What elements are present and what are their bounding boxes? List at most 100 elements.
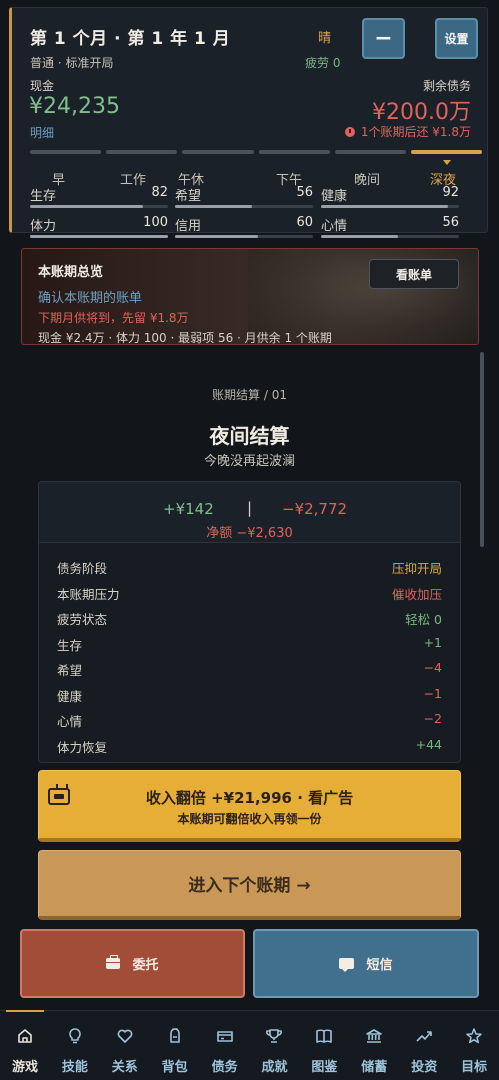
settlement-card: +¥142 | −¥2,772 净额 −¥2,630 债务阶段 压抑开局 本账期… — [38, 481, 461, 763]
stat-bar — [321, 235, 459, 238]
weather-label: 晴 — [318, 31, 332, 46]
overview-summary: 现金 ¥2.4万 · 体力 100 · 最弱项 56 · 月供余 1 个账期 — [38, 331, 332, 345]
stat-value: 100 — [143, 215, 168, 230]
debt-label: 剩余债务 — [422, 79, 471, 93]
stat-stamina: 体力 100 — [30, 215, 168, 239]
detail-label: 疲劳状态 — [57, 612, 108, 627]
settlement-subtitle: 今晚没再起波澜 — [203, 454, 295, 469]
stat-value: 56 — [442, 215, 459, 230]
detail-link[interactable]: 明细 — [30, 124, 54, 141]
ad-button-label: 收入翻倍 +¥21,996 · 看广告 — [145, 789, 354, 807]
period-segment — [258, 150, 330, 154]
period-progress — [30, 150, 483, 154]
stat-name: 希望 — [175, 189, 202, 204]
period-segment — [30, 150, 102, 154]
nav-label: 债务 — [211, 1060, 238, 1075]
home-icon — [18, 1029, 32, 1043]
collapse-button[interactable]: − — [362, 18, 405, 59]
entrust-button[interactable]: 委托 — [20, 929, 245, 998]
income-value: +¥142 — [163, 500, 214, 518]
nav-item-invest[interactable]: 投资 — [399, 1011, 449, 1080]
detail-value: 催收加压 — [391, 587, 442, 602]
detail-row: 体力恢复 +44 — [57, 737, 442, 757]
nav-label: 成就 — [261, 1060, 288, 1075]
nav-label: 关系 — [111, 1060, 138, 1075]
debt-value: ¥200.0万 — [372, 100, 471, 125]
stat-name: 信用 — [175, 219, 202, 234]
nav-label: 技能 — [61, 1060, 88, 1075]
settlement-details: 债务阶段 压抑开局 本账期压力 催收加压 疲劳状态 轻松 0 生存 +1 希望 … — [39, 542, 460, 762]
detail-label: 健康 — [57, 689, 83, 704]
sms-button[interactable]: 短信 — [253, 929, 479, 998]
nav-label: 游戏 — [11, 1060, 38, 1075]
detail-value: +1 — [423, 635, 442, 650]
nav-item-achievements[interactable]: 成就 — [250, 1011, 300, 1080]
card-icon — [216, 1031, 233, 1042]
trophy-icon — [266, 1029, 283, 1043]
stat-mood: 心情 56 — [321, 215, 459, 239]
view-bill-button[interactable]: 看账单 — [369, 259, 459, 289]
star-icon — [466, 1028, 482, 1044]
settings-button[interactable]: 设置 — [435, 18, 478, 59]
overview-title: 本账期总览 — [38, 265, 104, 280]
nav-item-skills[interactable]: 技能 — [50, 1011, 100, 1080]
clock-icon — [344, 126, 355, 137]
book-icon — [316, 1029, 333, 1043]
divider: | — [247, 499, 253, 517]
stat-bar — [175, 235, 313, 238]
stat-hope: 希望 56 — [175, 185, 313, 209]
entrust-label: 委托 — [132, 958, 159, 973]
period-labels: 早工作 午休 下午 晚间 深夜 — [30, 169, 482, 188]
detail-row: 健康 −1 — [57, 686, 442, 706]
detail-label: 体力恢复 — [57, 740, 108, 755]
stat-bar — [175, 205, 313, 208]
nav-label: 目标 — [461, 1060, 488, 1075]
backpack-icon — [169, 1028, 180, 1043]
period-segment — [410, 150, 483, 154]
cash-label: 现金 — [30, 79, 55, 93]
detail-value: −4 — [423, 660, 442, 675]
detail-label: 债务阶段 — [57, 561, 108, 576]
stat-survival: 生存 82 — [30, 185, 168, 209]
message-icon — [339, 958, 355, 972]
stat-value: 60 — [296, 215, 313, 230]
period-overview-banner: 本账期总览 确认本账期的账单 下期月供将到，先留 ¥1.8万 现金 ¥2.4万 … — [21, 248, 479, 345]
nav-item-goals[interactable]: 目标 — [449, 1011, 499, 1080]
double-income-ad-button[interactable]: 收入翻倍 +¥21,996 · 看广告 本账期可翻倍收入再领一份 — [38, 770, 461, 842]
fatigue-label: 疲劳 0 — [305, 56, 341, 70]
period-segment — [334, 150, 406, 154]
detail-label: 本账期压力 — [57, 587, 120, 602]
next-period-button[interactable]: 进入下个账期 → — [38, 850, 461, 920]
briefcase-icon — [106, 955, 121, 969]
stat-health: 健康 92 — [321, 185, 459, 209]
nav-label: 图鉴 — [311, 1060, 338, 1075]
detail-row: 心情 −2 — [57, 711, 442, 731]
status-card: 第 1 个月 · 第 1 年 1 月 晴 疲劳 0 − 设置 普通 · 标准开局… — [9, 7, 488, 238]
period-segment — [106, 150, 178, 154]
detail-label: 生存 — [57, 638, 83, 653]
nav-item-backpack[interactable]: 背包 — [150, 1011, 200, 1080]
nav-item-relations[interactable]: 关系 — [100, 1011, 150, 1080]
breadcrumb: 账期结算 / 01 — [212, 388, 287, 402]
cash-value: ¥24,235 — [29, 94, 120, 119]
expense-value: −¥2,772 — [282, 500, 348, 518]
nav-label: 背包 — [161, 1060, 188, 1075]
stat-bar — [30, 205, 168, 208]
trend-icon — [416, 1031, 433, 1042]
bottom-nav: 游戏 技能 关系 背包 债务 成就 图鉴 储蓄 投资 目标 — [0, 1010, 499, 1080]
nav-item-debt[interactable]: 债务 — [200, 1011, 250, 1080]
sms-label: 短信 — [366, 958, 393, 973]
detail-label: 心情 — [57, 714, 83, 729]
heart-icon — [117, 1029, 133, 1043]
game-mode: 普通 · 标准开局 — [30, 56, 114, 70]
nav-item-savings[interactable]: 储蓄 — [349, 1011, 399, 1080]
bank-icon — [366, 1029, 383, 1043]
confirm-bill-link[interactable]: 确认本账期的账单 — [38, 287, 142, 306]
nav-item-collection[interactable]: 图鉴 — [299, 1011, 349, 1080]
nav-item-game[interactable]: 游戏 — [0, 1010, 50, 1080]
due-reminder: 1个账期后还 ¥1.8万 — [344, 123, 471, 140]
detail-row: 生存 +1 — [57, 635, 442, 655]
detail-row: 本账期压力 催收加压 — [57, 584, 442, 604]
detail-value: +44 — [415, 737, 442, 752]
stat-credit: 信用 60 — [175, 215, 313, 239]
